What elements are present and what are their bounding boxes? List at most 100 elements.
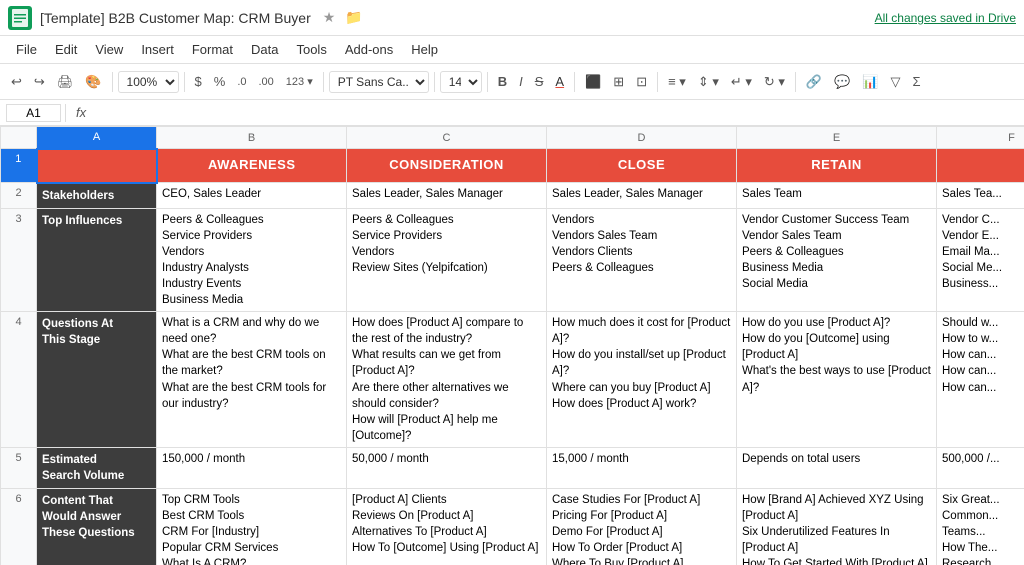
table-row: 3 Top Influences Peers & Colleagues Serv… <box>1 208 1024 312</box>
cell-d5[interactable]: 15,000 / month <box>547 447 737 488</box>
row-num-3[interactable]: 3 <box>1 208 37 312</box>
cell-e5[interactable]: Depends on total users <box>737 447 937 488</box>
format-paint-button[interactable]: 🎨 <box>80 71 106 93</box>
cell-a5[interactable]: Estimated Search Volume <box>37 447 157 488</box>
menu-file[interactable]: File <box>8 40 45 59</box>
text-color-button[interactable]: A <box>550 71 569 92</box>
sum-button[interactable]: Σ <box>907 71 925 92</box>
cell-a4[interactable]: Questions At This Stage <box>37 312 157 448</box>
col-header-b[interactable]: B <box>157 127 347 149</box>
menu-view[interactable]: View <box>87 40 131 59</box>
col-header-a[interactable]: A <box>37 127 157 149</box>
percent-button[interactable]: % <box>209 71 231 92</box>
menu-edit[interactable]: Edit <box>47 40 85 59</box>
cell-a6[interactable]: Content That Would Answer These Question… <box>37 489 157 565</box>
valign-button[interactable]: ⇕ ▾ <box>693 71 724 93</box>
cell-b5[interactable]: 150,000 / month <box>157 447 347 488</box>
sheet-container[interactable]: A B C D E F 1 AWARENESS CONSIDERATION CL… <box>0 126 1024 565</box>
comment-button[interactable]: 💬 <box>829 71 855 93</box>
borders-button[interactable]: ⊞ <box>608 71 629 93</box>
cell-f4[interactable]: Should w... How to w... How can... How c… <box>937 312 1024 448</box>
row-num-2[interactable]: 2 <box>1 183 37 209</box>
cell-d6[interactable]: Case Studies For [Product A] Pricing For… <box>547 489 737 565</box>
print-button[interactable]: 🖨 <box>52 71 79 93</box>
merge-button[interactable]: ⊡ <box>631 71 652 93</box>
save-status[interactable]: All changes saved in Drive <box>875 11 1016 25</box>
cell-e6[interactable]: How [Brand A] Achieved XYZ Using [Produc… <box>737 489 937 565</box>
cell-c5[interactable]: 50,000 / month <box>347 447 547 488</box>
table-row: 5 Estimated Search Volume 150,000 / mont… <box>1 447 1024 488</box>
decimal2-button[interactable]: .00 <box>254 73 279 91</box>
col-header-c[interactable]: C <box>347 127 547 149</box>
cell-b1[interactable]: AWARENESS <box>157 149 347 183</box>
chart-button[interactable]: 📊 <box>857 71 883 93</box>
menu-help[interactable]: Help <box>403 40 446 59</box>
wrap-button[interactable]: ↵ ▾ <box>726 71 757 93</box>
col-header-e[interactable]: E <box>737 127 937 149</box>
cell-reference-input[interactable] <box>6 104 61 122</box>
menu-format[interactable]: Format <box>184 40 241 59</box>
cell-c3[interactable]: Peers & Colleagues Service Providers Ven… <box>347 208 547 312</box>
cell-b3[interactable]: Peers & Colleagues Service Providers Ven… <box>157 208 347 312</box>
decimal1-button[interactable]: .0 <box>232 73 251 91</box>
strikethrough-button[interactable]: S <box>530 71 549 92</box>
italic-button[interactable]: I <box>514 71 528 92</box>
cell-d3[interactable]: Vendors Vendors Sales Team Vendors Clien… <box>547 208 737 312</box>
cell-d1[interactable]: CLOSE <box>547 149 737 183</box>
cell-e3[interactable]: Vendor Customer Success Team Vendor Sale… <box>737 208 937 312</box>
font-size-select[interactable]: 14 <box>440 71 482 93</box>
format-number-button[interactable]: 123 ▾ <box>281 72 318 91</box>
cell-c2[interactable]: Sales Leader, Sales Manager <box>347 183 547 209</box>
menu-addons[interactable]: Add-ons <box>337 40 401 59</box>
sep4 <box>434 72 435 92</box>
row-num-header <box>1 127 37 149</box>
cell-c4[interactable]: How does [Product A] compare to the rest… <box>347 312 547 448</box>
cell-e4[interactable]: How do you use [Product A]? How do you [… <box>737 312 937 448</box>
align-button[interactable]: ≡ ▾ <box>663 71 691 93</box>
cell-a1[interactable] <box>37 149 157 183</box>
menu-insert[interactable]: Insert <box>133 40 182 59</box>
col-header-f[interactable]: F <box>937 127 1024 149</box>
doc-title[interactable]: [Template] B2B Customer Map: CRM Buyer <box>40 10 311 26</box>
row-num-1[interactable]: 1 <box>1 149 37 183</box>
undo-button[interactable]: ↩ <box>6 71 27 93</box>
cell-d4[interactable]: How much does it cost for [Product A]? H… <box>547 312 737 448</box>
folder-icon[interactable]: 📁 <box>345 9 362 26</box>
cell-b2[interactable]: CEO, Sales Leader <box>157 183 347 209</box>
cell-f5[interactable]: 500,000 /... <box>937 447 1024 488</box>
font-select[interactable]: PT Sans Ca... <box>329 71 429 93</box>
cell-e2[interactable]: Sales Team <box>737 183 937 209</box>
row-num-4[interactable]: 4 <box>1 312 37 448</box>
cell-c6[interactable]: [Product A] Clients Reviews On [Product … <box>347 489 547 565</box>
filter-button[interactable]: ▽ <box>885 71 905 93</box>
cell-f6[interactable]: Six Great... Common... Teams... How The.… <box>937 489 1024 565</box>
row-num-5[interactable]: 5 <box>1 447 37 488</box>
cell-c1[interactable]: CONSIDERATION <box>347 149 547 183</box>
redo-button[interactable]: ↪ <box>29 71 50 93</box>
rotate-button[interactable]: ↻ ▾ <box>759 71 790 93</box>
cell-b6[interactable]: Top CRM Tools Best CRM Tools CRM For [In… <box>157 489 347 565</box>
cell-f1[interactable] <box>937 149 1024 183</box>
cell-a2[interactable]: Stakeholders <box>37 183 157 209</box>
table-row: 2 Stakeholders CEO, Sales Leader Sales L… <box>1 183 1024 209</box>
link-button[interactable]: 🔗 <box>801 71 827 93</box>
formula-input[interactable] <box>96 106 1018 120</box>
currency-button[interactable]: $ <box>190 71 207 92</box>
cell-b4[interactable]: What is a CRM and why do we need one? Wh… <box>157 312 347 448</box>
menu-data[interactable]: Data <box>243 40 286 59</box>
cell-f3[interactable]: Vendor C... Vendor E... Email Ma... Soci… <box>937 208 1024 312</box>
bold-button[interactable]: B <box>493 71 512 92</box>
cell-a3[interactable]: Top Influences <box>37 208 157 312</box>
col-header-d[interactable]: D <box>547 127 737 149</box>
cell-f2[interactable]: Sales Tea... <box>937 183 1024 209</box>
cell-e1[interactable]: RETAIN <box>737 149 937 183</box>
row-num-6[interactable]: 6 <box>1 489 37 565</box>
spreadsheet-table: A B C D E F 1 AWARENESS CONSIDERATION CL… <box>0 126 1024 565</box>
table-row: 4 Questions At This Stage What is a CRM … <box>1 312 1024 448</box>
zoom-select[interactable]: 100% <box>118 71 179 93</box>
star-icon[interactable]: ★ <box>323 9 336 26</box>
cell-d2[interactable]: Sales Leader, Sales Manager <box>547 183 737 209</box>
sep6 <box>574 72 575 92</box>
menu-tools[interactable]: Tools <box>288 40 334 59</box>
fill-color-button[interactable]: ⬛ <box>580 71 606 93</box>
